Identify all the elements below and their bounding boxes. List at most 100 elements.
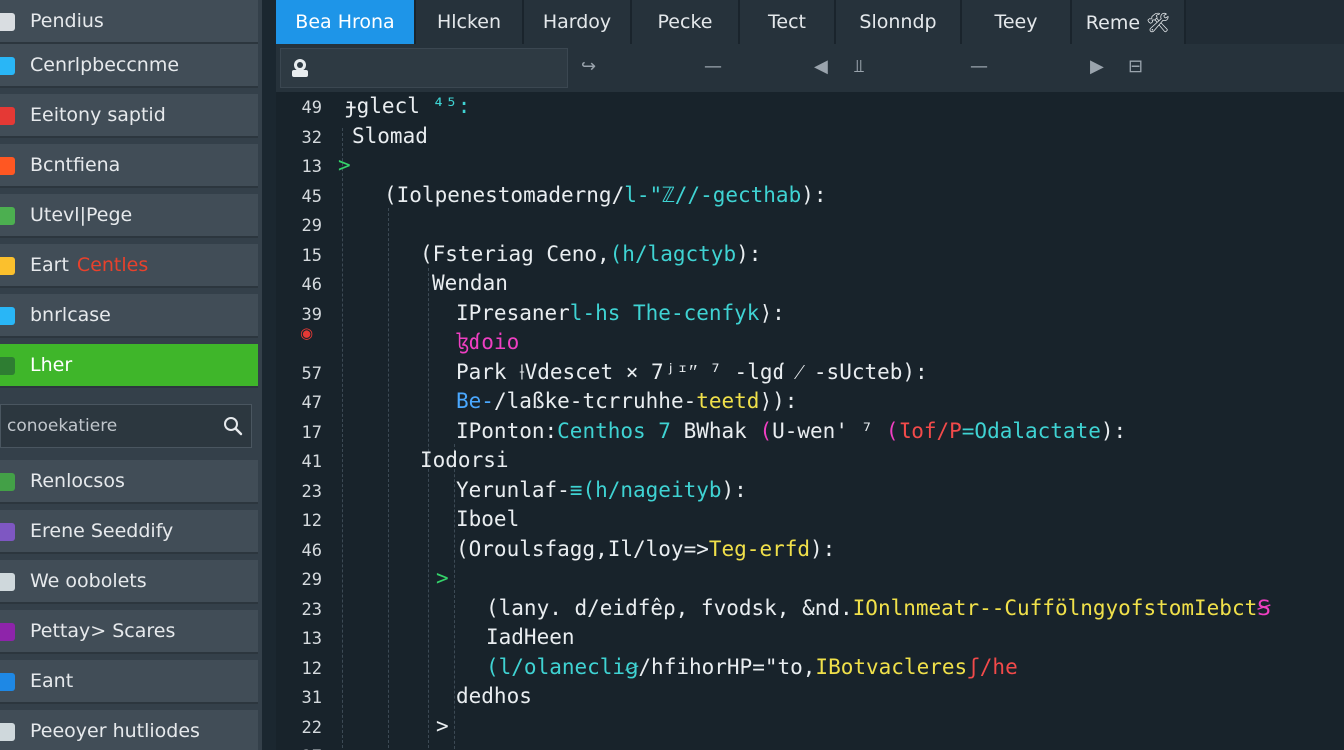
tab[interactable]: Reme 🛠	[1072, 0, 1186, 44]
code-line[interactable]: >	[400, 743, 413, 750]
sidebar-item[interactable]: Pendius	[0, 0, 258, 44]
code-token: Iboel	[456, 507, 520, 531]
sidebar-item[interactable]: Lher	[0, 344, 258, 388]
back-icon[interactable]: ◀	[814, 56, 828, 77]
sidebar-item[interactable]: Bcntfiena	[0, 144, 258, 188]
tab[interactable]: Teey	[962, 0, 1072, 44]
app-window: Pendius Cenrlpbeccnme Eeitony saptid Bcntfi…	[0, 0, 1344, 750]
code-token: ⟩:	[759, 300, 785, 325]
sidebar-item[interactable]: Utevl|Pege	[0, 194, 258, 238]
code-token: IPonton:	[456, 418, 558, 443]
code-editor[interactable]: ◉ 49 32 13 45 29 15 46 39 57 47 17 41 23 12 46 29 23 13 12…	[276, 92, 1344, 750]
sidebar-item-label: Bcntfiena	[30, 154, 121, 176]
tab[interactable]: Bea Hrona	[276, 0, 416, 44]
code-line[interactable]: Slomad	[352, 124, 428, 148]
tab[interactable]: Tect	[740, 0, 836, 44]
toolbar: ↪ — ◀ ⫫ — ▶ ⊟	[276, 44, 1344, 93]
code-token: Il/loy=>	[607, 536, 709, 561]
tab[interactable]: Hardoy	[524, 0, 632, 44]
code-line[interactable]: >	[436, 566, 449, 590]
code-line[interactable]: (Iolpenestomaderng/l-"ℤ//-gecthab):	[384, 183, 827, 207]
code-token: (Oroulsfagg,	[456, 536, 608, 561]
code-line[interactable]: ɟglecl ⁴⁵:	[344, 94, 470, 118]
code-token: ngyofstomIebct	[1080, 595, 1258, 620]
code-token: IBotvacleres	[815, 654, 968, 679]
sidebar-item[interactable]: Pettay> Scares	[0, 610, 258, 654]
indent-guide	[428, 268, 429, 748]
code-line[interactable]: Be-/laßke-tcrruhhe-teetd⟩):	[456, 389, 797, 413]
code-token: (Fsteriag Ceno,	[420, 241, 610, 266]
step-icon[interactable]: ⫫	[854, 56, 864, 77]
code-token: l-"ℤ//-gecthab	[624, 182, 802, 207]
line-number: 29	[301, 570, 322, 590]
code-token: >	[436, 713, 449, 738]
code-token: (h/lagctyb	[609, 241, 737, 266]
line-number: 12	[301, 658, 322, 679]
code-token: >	[436, 566, 449, 590]
line-number: 41	[301, 452, 322, 472]
code-line[interactable]: Wendan	[432, 271, 508, 295]
code-line[interactable]: >	[436, 714, 449, 738]
sidebar-item-label: Utevl|Pege	[30, 204, 133, 226]
line-number: 31	[301, 688, 322, 708]
sidebar-item[interactable]: Cenrlpbeccnme	[0, 44, 258, 88]
sidebar-item[interactable]: Erene Seeddify	[0, 510, 258, 554]
code-line[interactable]: IadHeen	[486, 625, 575, 649]
search-icon[interactable]	[223, 416, 243, 440]
tab-bar: Bea Hrona Hlcken Hardoy Pecke Tect Slonndp Tee…	[276, 0, 1344, 44]
sidebar-item[interactable]: We oobolets	[0, 560, 258, 604]
redo-icon[interactable]: ↪	[581, 56, 596, 77]
sidebar-item-label: Eeitony saptid	[30, 104, 166, 126]
indent-guide	[454, 444, 455, 750]
sidebar-item[interactable]: Eart Centles	[0, 244, 258, 288]
line-number: 45	[301, 186, 322, 207]
code-line[interactable]: (l/olanecliꞡ/hfihorHP="to,IBotvacleresʃ/…	[486, 655, 1018, 679]
tab[interactable]: Hlcken	[416, 0, 524, 44]
code-line[interactable]: (lany. d/eidfê⍴, fvodsk, &nd.IOnlnmeatr-…	[486, 596, 1271, 620]
code-token: Be-	[456, 389, 494, 413]
minus-icon[interactable]: —	[704, 56, 722, 77]
code-token: (l/olanecliꞡ	[486, 654, 639, 679]
code-token: (	[885, 418, 899, 443]
code-line[interactable]: IPonton:Centhos 7 BWhak (U-wen' ⁷ (Ɩof/P…	[456, 419, 1126, 443]
forward-icon[interactable]: ▶	[1090, 56, 1104, 77]
toolbar-input-box[interactable]	[280, 48, 568, 88]
sidebar-item[interactable]: Peeoyer hutliodes	[0, 710, 258, 750]
code-line[interactable]: >	[338, 153, 351, 177]
code-line[interactable]: Yerunlaf-≡(h/nageityb):	[456, 478, 747, 502]
sidebar-search	[0, 404, 252, 448]
sidebar-item-icon	[0, 57, 15, 75]
code-token: ⁴⁵:	[432, 94, 471, 118]
code-line[interactable]: Park ⟊Vdescet ⨯ 7ʲᶦʺ ⁷ -lgɗ ⁄ -sUcteb):	[456, 360, 928, 385]
code-token: >	[338, 153, 351, 177]
sidebar-item[interactable]: Eeitony saptid	[0, 94, 258, 138]
code-token: (	[759, 418, 773, 443]
line-number: 47	[301, 393, 322, 413]
tab[interactable]: Pecke	[632, 0, 740, 44]
code-token: >	[400, 743, 413, 750]
code-token: Ɩof/P	[898, 418, 962, 443]
code-line[interactable]: ɮɗoio	[456, 330, 519, 354]
sidebar-item-icon	[0, 257, 15, 275]
code-token: Wendan	[432, 271, 508, 295]
collapse-icon[interactable]: —	[970, 56, 988, 77]
code-token: ):	[736, 241, 762, 266]
code-line[interactable]: Iodorsi	[420, 448, 509, 472]
user-icon[interactable]	[289, 57, 311, 83]
code-line[interactable]: Iboel	[456, 507, 519, 531]
code-line[interactable]: IPresanerl-hs The-cenfyk⟩:	[456, 301, 785, 325]
sidebar-item[interactable]: bnrlcase	[0, 294, 258, 338]
sidebar-item-icon	[0, 107, 15, 125]
sidebar-item[interactable]: Renlocsos	[0, 460, 258, 504]
tab[interactable]: Slonndp	[836, 0, 962, 44]
breakpoint-icon[interactable]: ◉	[300, 324, 313, 342]
sidebar-item[interactable]: Eant	[0, 660, 258, 704]
code-line[interactable]: (Oroulsfagg,Il/loy=>Teg-erfd):	[456, 537, 835, 561]
line-number: 23	[301, 599, 322, 620]
code-line[interactable]: dedhos	[456, 684, 532, 708]
code-line[interactable]: (Fsteriag Ceno,(h/lagctyb):	[420, 242, 761, 266]
indent-guide	[342, 128, 343, 748]
line-number: 12	[301, 511, 322, 531]
search-input[interactable]	[5, 415, 209, 437]
panel-icon[interactable]: ⊟	[1128, 56, 1143, 77]
